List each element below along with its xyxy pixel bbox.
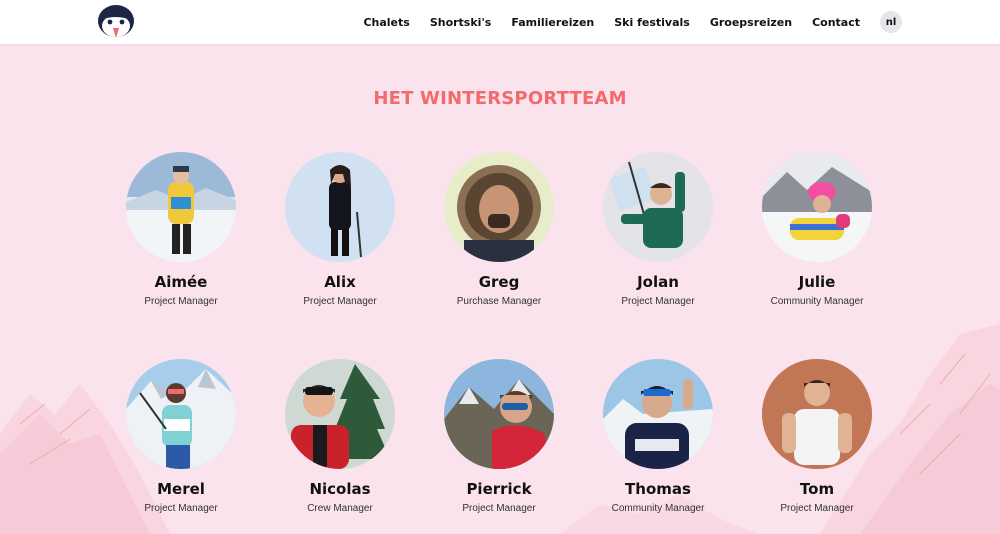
team-member-card[interactable]: Nicolas Crew Manager bbox=[255, 359, 425, 514]
member-role: Project Manager bbox=[303, 296, 377, 307]
main-nav: Chalets Shortski's Familiereizen Ski fes… bbox=[343, 0, 902, 44]
team-member-card[interactable]: Pierrick Project Manager bbox=[414, 359, 584, 514]
team-member-card[interactable]: Greg Purchase Manager bbox=[414, 152, 584, 307]
member-name: Merel bbox=[157, 480, 205, 498]
penguin-logo[interactable] bbox=[96, 3, 136, 41]
avatar bbox=[603, 152, 713, 262]
member-name: Nicolas bbox=[309, 480, 371, 498]
member-role: Project Manager bbox=[780, 503, 854, 514]
member-role: Project Manager bbox=[144, 296, 218, 307]
avatar bbox=[444, 359, 554, 469]
avatar bbox=[762, 359, 872, 469]
member-name: Thomas bbox=[625, 480, 691, 498]
member-role: Project Manager bbox=[144, 503, 218, 514]
site-header: Chalets Shortski's Familiereizen Ski fes… bbox=[0, 0, 1000, 44]
member-name: Greg bbox=[478, 273, 520, 291]
team-member-card[interactable]: Aimée Project Manager bbox=[96, 152, 266, 307]
nav-link-ski-festivals[interactable]: Ski festivals bbox=[614, 16, 690, 29]
avatar bbox=[603, 359, 713, 469]
nav-link-familiereizen[interactable]: Familiereizen bbox=[511, 16, 594, 29]
avatar bbox=[126, 152, 236, 262]
team-member-card[interactable]: Julie Community Manager bbox=[732, 152, 902, 307]
member-name: Pierrick bbox=[466, 480, 532, 498]
team-member-card[interactable]: Jolan Project Manager bbox=[573, 152, 743, 307]
avatar bbox=[126, 359, 236, 469]
member-name: Julie bbox=[798, 273, 836, 291]
member-name: Alix bbox=[324, 273, 356, 291]
team-member-card[interactable]: Alix Project Manager bbox=[255, 152, 425, 307]
member-name: Jolan bbox=[637, 273, 679, 291]
member-name: Tom bbox=[799, 480, 835, 498]
nav-link-chalets[interactable]: Chalets bbox=[363, 16, 409, 29]
member-role: Community Manager bbox=[770, 296, 864, 307]
nav-link-groepsreizen[interactable]: Groepsreizen bbox=[710, 16, 792, 29]
member-role: Crew Manager bbox=[307, 503, 373, 514]
avatar bbox=[444, 152, 554, 262]
member-role: Purchase Manager bbox=[456, 296, 542, 307]
member-name: Aimée bbox=[154, 273, 208, 291]
avatar bbox=[285, 359, 395, 469]
language-switcher[interactable]: nl bbox=[880, 11, 902, 33]
member-role: Project Manager bbox=[621, 296, 695, 307]
member-role: Community Manager bbox=[611, 503, 705, 514]
nav-link-contact[interactable]: Contact bbox=[812, 16, 860, 29]
member-role: Project Manager bbox=[462, 503, 536, 514]
team-member-card[interactable]: Tom Project Manager bbox=[732, 359, 902, 514]
avatar bbox=[762, 152, 872, 262]
team-member-card[interactable]: Thomas Community Manager bbox=[573, 359, 743, 514]
page-title: HET WINTERSPORTTEAM bbox=[373, 88, 627, 109]
nav-link-shortskis[interactable]: Shortski's bbox=[430, 16, 492, 29]
team-member-card[interactable]: Merel Project Manager bbox=[96, 359, 266, 514]
avatar bbox=[285, 152, 395, 262]
